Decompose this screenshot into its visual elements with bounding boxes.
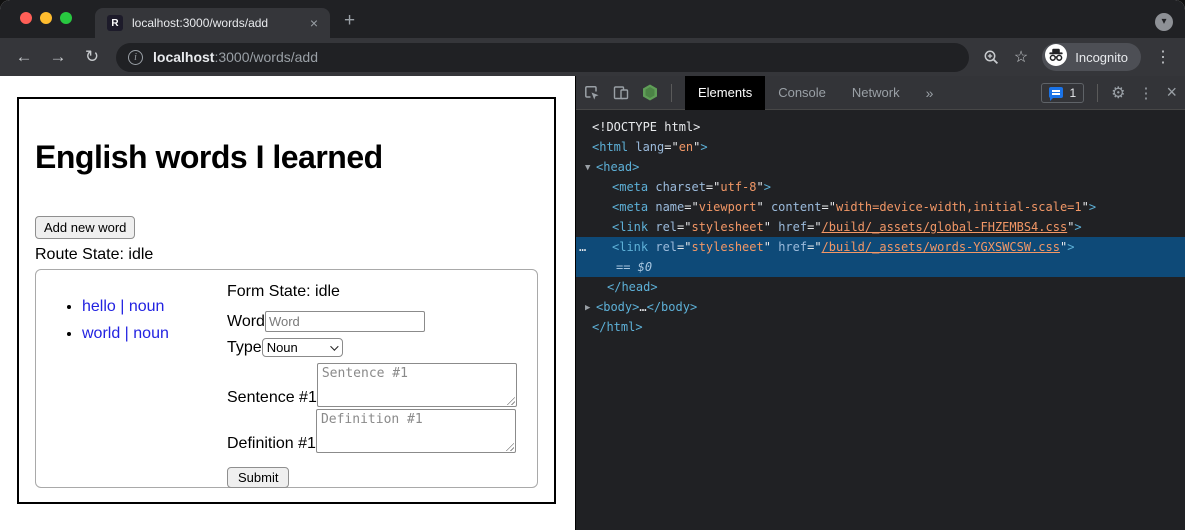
devtools-code-line[interactable]: <meta charset="utf-8">: [576, 177, 1185, 197]
incognito-label: Incognito: [1075, 50, 1128, 65]
devtools-tab-console[interactable]: Console: [765, 76, 839, 110]
close-window-button[interactable]: [20, 12, 32, 24]
devtools-menu-icon[interactable]: ⋮: [1138, 84, 1153, 102]
devtools-code-line[interactable]: ▼<head>: [576, 157, 1185, 177]
webpage-viewport: English words I learned Add new word Rou…: [0, 76, 575, 530]
devtools-tab-network[interactable]: Network: [839, 76, 913, 110]
chevron-down-icon: ▾: [1161, 17, 1166, 27]
type-row: Type Noun: [227, 338, 517, 357]
devtools-toolbar: ElementsConsoleNetwork » 1 ⚙ ⋮ ×: [576, 76, 1185, 110]
fullscreen-window-button[interactable]: [60, 12, 72, 24]
bookmark-star-icon[interactable]: ☆: [1014, 47, 1028, 67]
word-list: hello | noun world | noun: [36, 296, 227, 487]
devtools-code-line[interactable]: <!DOCTYPE html>: [576, 117, 1185, 137]
devtools-code-line[interactable]: …<link rel="stylesheet" href="/build/_as…: [576, 237, 1185, 257]
page-title: English words I learned: [35, 139, 538, 176]
add-word-form: Form State: idle Word Type Noun Sentence …: [227, 270, 517, 487]
word-label: Word: [227, 313, 265, 331]
expand-arrow-icon[interactable]: ▼: [585, 158, 590, 178]
sentence-label: Sentence #1: [227, 389, 317, 407]
devtools-code-line[interactable]: <meta name="viewport" content="width=dev…: [576, 197, 1185, 217]
type-select-value: Noun: [267, 340, 298, 355]
select-chevron-icon: [330, 342, 338, 350]
inspect-element-icon[interactable]: [584, 85, 600, 101]
devtools-close-icon[interactable]: ×: [1166, 82, 1177, 103]
settings-gear-icon[interactable]: ⚙: [1111, 83, 1125, 103]
devtools-code-line[interactable]: <html lang="en">: [576, 137, 1185, 157]
word-link[interactable]: world | noun: [82, 325, 169, 342]
minimize-window-button[interactable]: [40, 12, 52, 24]
sentence-textarea[interactable]: [317, 363, 517, 407]
zoom-icon[interactable]: [983, 49, 1000, 66]
device-toolbar-icon[interactable]: [613, 85, 629, 101]
site-info-icon[interactable]: i: [128, 50, 143, 65]
definition-textarea[interactable]: [316, 409, 516, 453]
gutter-ellipsis-icon[interactable]: …: [579, 237, 586, 257]
incognito-spy-icon: [1045, 44, 1067, 71]
toolbar-divider: [1097, 84, 1098, 102]
word-input[interactable]: [265, 311, 425, 332]
issues-count: 1: [1069, 86, 1076, 100]
devtools-code-line[interactable]: </head>: [576, 277, 1185, 297]
browser-tab[interactable]: R localhost:3000/words/add ×: [95, 8, 330, 38]
devtools-code-line[interactable]: <link rel="stylesheet" href="/build/_ass…: [576, 217, 1185, 237]
issues-bubble-icon: [1049, 87, 1063, 98]
word-row: Word: [227, 311, 517, 332]
route-state-text: Route State: idle: [35, 246, 538, 264]
definition-label: Definition #1: [227, 435, 316, 453]
tab-title: localhost:3000/words/add: [132, 16, 306, 30]
devtools-tabs: ElementsConsoleNetwork: [685, 76, 913, 110]
word-list-item: world | noun: [82, 323, 227, 344]
words-panel: hello | noun world | noun Form State: idl…: [35, 269, 538, 488]
add-new-word-button[interactable]: Add new word: [35, 216, 135, 239]
extension-hexagon-icon[interactable]: [642, 84, 658, 101]
search-tabs-button[interactable]: ▾: [1155, 13, 1173, 31]
devtools-panel: ElementsConsoleNetwork » 1 ⚙ ⋮ × <!DOCTY…: [575, 76, 1185, 530]
type-select[interactable]: Noun: [262, 338, 343, 357]
tab-close-icon[interactable]: ×: [306, 15, 322, 31]
submit-button[interactable]: Submit: [227, 467, 289, 488]
devtools-code-line[interactable]: == $0: [576, 257, 1185, 277]
devtools-tab-elements[interactable]: Elements: [685, 76, 765, 110]
form-state-text: Form State: idle: [227, 283, 517, 301]
back-button[interactable]: ←: [14, 47, 34, 67]
issues-counter[interactable]: 1: [1041, 83, 1084, 103]
browser-window: R localhost:3000/words/add × + ▾ ← → ↻ i…: [0, 0, 1185, 530]
page-container: English words I learned Add new word Rou…: [17, 97, 556, 504]
toolbar-divider: [671, 84, 672, 102]
elements-tree: <!DOCTYPE html><html lang="en">▼<head><m…: [576, 110, 1185, 530]
browser-toolbar: ← → ↻ i localhost:3000/words/add ☆ Incog…: [0, 38, 1185, 76]
remix-favicon-icon: R: [107, 15, 123, 31]
tab-strip: R localhost:3000/words/add × + ▾: [0, 0, 1185, 38]
sentence-row: Sentence #1: [227, 363, 517, 407]
definition-row: Definition #1: [227, 409, 517, 453]
more-tabs-icon[interactable]: »: [926, 85, 934, 101]
collapse-arrow-icon[interactable]: ▶: [585, 298, 590, 318]
new-tab-button[interactable]: +: [344, 8, 355, 34]
word-list-item: hello | noun: [82, 296, 227, 317]
devtools-code-line[interactable]: ▶<body>…</body>: [576, 297, 1185, 317]
window-controls: [20, 12, 72, 24]
type-label: Type: [227, 339, 262, 357]
devtools-code-line[interactable]: </html>: [576, 317, 1185, 337]
incognito-badge: Incognito: [1042, 43, 1141, 71]
word-link[interactable]: hello | noun: [82, 298, 164, 315]
address-bar[interactable]: i localhost:3000/words/add: [116, 43, 969, 72]
browser-menu-icon[interactable]: ⋮: [1155, 47, 1171, 67]
forward-button[interactable]: →: [48, 47, 68, 67]
reload-button[interactable]: ↻: [82, 47, 102, 67]
url-text: localhost:3000/words/add: [153, 49, 318, 65]
